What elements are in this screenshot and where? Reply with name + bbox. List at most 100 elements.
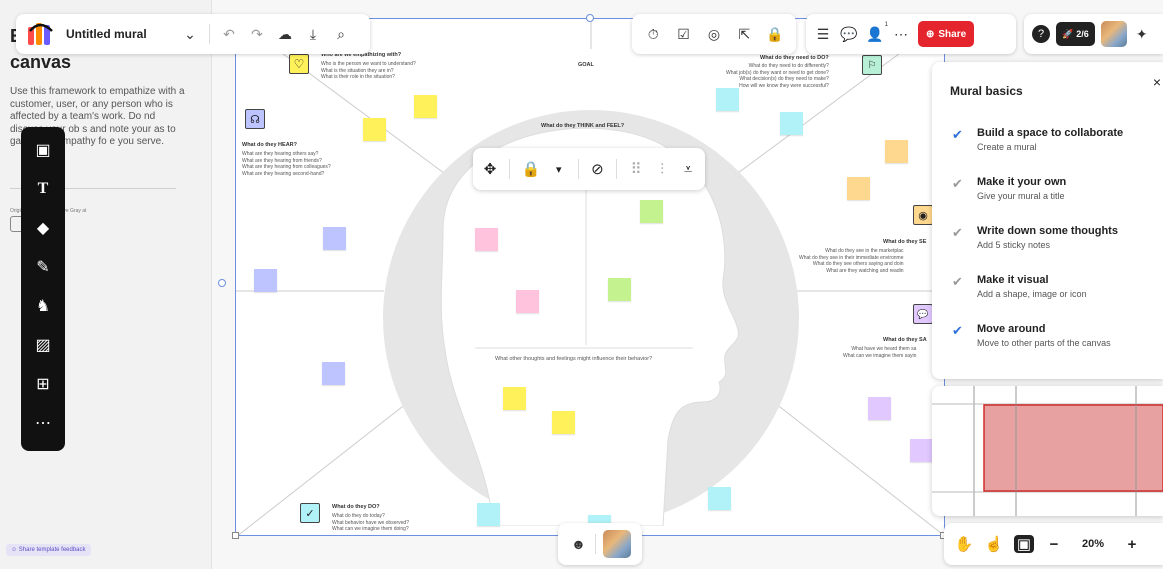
- filter-icon[interactable]: ⩡: [681, 161, 695, 178]
- mural-logo-icon[interactable]: [26, 21, 56, 47]
- text-tool-icon[interactable]: T: [28, 178, 58, 200]
- share-button[interactable]: ⊕ Share: [918, 21, 975, 47]
- say-questions: What have we heard them sa What can we i…: [843, 346, 917, 359]
- lock-icon[interactable]: 🔒: [522, 160, 541, 178]
- mural-canvas[interactable]: E canvas Use this framework to empathize…: [0, 0, 1163, 569]
- sticky-note[interactable]: [910, 439, 933, 462]
- hand-pan-icon[interactable]: ✋: [954, 535, 974, 553]
- checkmark-icon: ✔: [952, 323, 963, 338]
- minimap-toggle-icon[interactable]: ▣: [1014, 535, 1034, 553]
- chevron-down-icon[interactable]: ⌄: [181, 26, 199, 43]
- top-far-right-toolbar: ? 🚀 2/6 ✦: [1024, 14, 1163, 54]
- sticky-note[interactable]: [516, 290, 539, 313]
- apps-grid-icon[interactable]: ⊞: [28, 373, 58, 395]
- sticky-note[interactable]: [780, 112, 803, 135]
- toolbar-divider: [209, 24, 210, 44]
- outline-icon[interactable]: ☰: [814, 26, 832, 43]
- sticky-note[interactable]: [322, 362, 345, 385]
- help-icon[interactable]: ?: [1032, 25, 1050, 43]
- checkmark-icon: ✔: [952, 225, 963, 240]
- sparkle-ai-icon[interactable]: ✦: [1133, 26, 1151, 43]
- step-subtitle: Move to other parts of the canvas: [977, 338, 1111, 348]
- voting-icon[interactable]: ☑: [675, 26, 693, 43]
- sticky-note[interactable]: [323, 227, 346, 250]
- shapes-tool-icon[interactable]: ◆: [28, 217, 58, 239]
- comment-icon[interactable]: 💬: [840, 26, 858, 43]
- summon-icon[interactable]: ⇱: [735, 26, 753, 43]
- empathize-questions: Who is the person we want to understand?…: [321, 61, 416, 80]
- chevron-down-icon[interactable]: ▾: [552, 163, 566, 176]
- zoom-out-button[interactable]: −: [1044, 536, 1064, 553]
- sticky-note[interactable]: [640, 200, 663, 223]
- add-user-icon: ⊕: [926, 28, 935, 40]
- more-icon[interactable]: ⋯: [892, 26, 910, 43]
- cloud-saved-icon[interactable]: ☁: [276, 26, 294, 43]
- zoom-in-button[interactable]: +: [1122, 536, 1142, 553]
- see-questions: What do they see in the marketplac What …: [799, 248, 904, 274]
- emoji-icon[interactable]: ☻: [570, 536, 588, 552]
- move-icon[interactable]: ✥: [483, 160, 497, 178]
- board-rotate-handle[interactable]: [586, 14, 594, 22]
- share-label: Share: [938, 28, 967, 40]
- step-subtitle: Add 5 sticky notes: [977, 240, 1051, 250]
- dot-grid-icon[interactable]: ⠿: [629, 160, 643, 178]
- sticky-note[interactable]: [363, 118, 386, 141]
- basics-title: Mural basics: [950, 84, 1023, 98]
- see-label: What do they SE: [883, 239, 927, 245]
- download-icon[interactable]: ⤓: [304, 26, 322, 43]
- feedback-icon: ☺: [11, 547, 19, 553]
- collaborators-icon[interactable]: 👤 1: [866, 22, 888, 43]
- timer-icon[interactable]: ⏱: [644, 26, 662, 43]
- heart-icon: ♡: [289, 54, 309, 74]
- more-tools-icon[interactable]: ⋯: [28, 412, 58, 434]
- lock-icon[interactable]: 🔒: [766, 26, 784, 43]
- select-hand-icon[interactable]: ☝: [984, 535, 1004, 553]
- sticky-note[interactable]: [716, 88, 739, 111]
- step-title: Write down some thoughts: [977, 225, 1118, 237]
- undo-icon[interactable]: ↶: [220, 26, 238, 43]
- sticky-note[interactable]: [414, 95, 437, 118]
- redo-icon[interactable]: ↷: [248, 26, 266, 43]
- share-template-feedback-button[interactable]: ☺ Share template feedback: [6, 544, 91, 556]
- sticky-note[interactable]: [708, 487, 731, 510]
- goal-flag-icon: ⚐: [862, 55, 882, 75]
- sticky-note[interactable]: [868, 397, 891, 420]
- sticky-note[interactable]: [254, 269, 277, 292]
- hide-icon[interactable]: ⊘: [590, 160, 604, 178]
- board-corner-handle[interactable]: [232, 532, 239, 539]
- sticky-note[interactable]: [503, 387, 526, 410]
- sticky-note[interactable]: [847, 177, 870, 200]
- do-questions: What do they do today? What behavior hav…: [332, 513, 409, 532]
- hear-questions: What are they hearing others say? What a…: [242, 151, 331, 177]
- avatar[interactable]: [602, 530, 631, 558]
- sticky-note[interactable]: [477, 503, 500, 526]
- top-right-toolbar: ☰ 💬 👤 1 ⋯ ⊕ Share: [806, 14, 1016, 54]
- search-icon[interactable]: ⌕: [332, 26, 350, 43]
- close-icon[interactable]: ×: [1153, 74, 1161, 90]
- private-mode-icon[interactable]: ◎: [705, 26, 723, 43]
- step-title: Move around: [977, 323, 1046, 335]
- image-tool-icon[interactable]: ▨: [28, 334, 58, 356]
- sticky-note[interactable]: [885, 140, 908, 163]
- template-title-line2: canvas: [10, 52, 72, 72]
- mural-title[interactable]: Untitled mural: [66, 27, 171, 41]
- board-left-handle[interactable]: [218, 279, 226, 287]
- sticky-note[interactable]: [475, 228, 498, 251]
- minimap[interactable]: [932, 386, 1163, 516]
- onboarding-progress-button[interactable]: 🚀 2/6: [1056, 22, 1095, 46]
- templates-llama-icon[interactable]: ♞: [28, 295, 58, 317]
- step-title: Make it visual: [977, 274, 1049, 286]
- pen-tool-icon[interactable]: ✎: [28, 256, 58, 278]
- step-subtitle: Give your mural a title: [977, 191, 1065, 201]
- avatar[interactable]: [1100, 21, 1127, 47]
- need-do-label: What do they need to DO?: [760, 55, 829, 61]
- rocket-icon: 🚀: [1062, 28, 1074, 39]
- sticky-note-tool-icon[interactable]: ▣: [28, 139, 58, 161]
- align-icon[interactable]: ⫶: [655, 161, 669, 178]
- minimap-view: [932, 386, 1163, 516]
- bottom-reactions-bar: ☻: [558, 523, 642, 565]
- selection-toolbar: ✥ 🔒 ▾ ⊘ ⠿ ⫶ ⩡: [473, 148, 705, 190]
- sticky-note[interactable]: [608, 278, 631, 301]
- sticky-note[interactable]: [552, 411, 575, 434]
- zoom-level[interactable]: 20%: [1074, 538, 1112, 550]
